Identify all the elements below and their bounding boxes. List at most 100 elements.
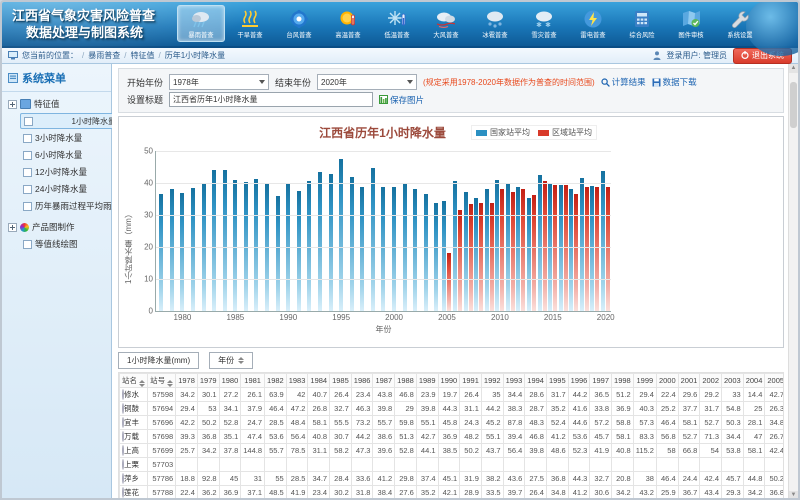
- expander-icon[interactable]: [8, 100, 17, 109]
- scroll-up-arrow[interactable]: ▲: [789, 64, 798, 73]
- row-expand-icon[interactable]: [122, 431, 124, 442]
- station-name-cell[interactable]: 莲花: [122, 487, 145, 498]
- station-name-cell[interactable]: 宜丰: [122, 417, 145, 428]
- col-header-station-name[interactable]: 站名: [120, 374, 148, 388]
- download-button[interactable]: 数据下载: [652, 76, 697, 88]
- row-expand-icon[interactable]: [122, 403, 124, 414]
- start-year-select[interactable]: 1978年: [169, 74, 269, 90]
- col-header-year[interactable]: 1984: [308, 374, 330, 388]
- legend-item[interactable]: 国家站平均: [476, 127, 530, 138]
- scroll-down-arrow[interactable]: ▼: [789, 491, 798, 500]
- col-header-year[interactable]: 2003: [722, 374, 744, 388]
- save-image-button[interactable]: 保存图片: [379, 94, 424, 106]
- expander-icon[interactable]: [8, 223, 17, 232]
- station-name-cell[interactable]: 修水: [122, 389, 145, 400]
- row-expand-icon[interactable]: [122, 389, 124, 400]
- nav-item-composite-risk[interactable]: 综合风险: [618, 5, 666, 42]
- nav-item-lightning[interactable]: 雷电普查: [569, 5, 617, 42]
- table-row[interactable]: 修水5759834.230.127.226.163.94240.726.423.…: [120, 388, 785, 402]
- col-header-year[interactable]: 1998: [612, 374, 634, 388]
- col-header-year[interactable]: 2004: [743, 374, 765, 388]
- col-header-year[interactable]: 2001: [678, 374, 700, 388]
- col-header-year[interactable]: 1997: [590, 374, 612, 388]
- table-row[interactable]: 上高5769925.734.237.8144.855.778.531.158.2…: [120, 444, 785, 458]
- sort-icon[interactable]: [167, 380, 173, 387]
- compute-button[interactable]: 计算结果: [601, 76, 646, 88]
- col-header-year[interactable]: 1996: [568, 374, 590, 388]
- sidebar-item[interactable]: 24小时降水量: [20, 181, 109, 197]
- year-field-box[interactable]: 年份: [209, 352, 253, 369]
- checkbox-icon[interactable]: [23, 185, 32, 194]
- col-header-year[interactable]: 1990: [438, 374, 460, 388]
- col-header-year[interactable]: 2005: [765, 374, 784, 388]
- col-header-year[interactable]: 2002: [700, 374, 722, 388]
- sidebar-item[interactable]: 1小时降水量: [20, 113, 120, 129]
- nav-item-hail[interactable]: 冰雹普查: [471, 5, 519, 42]
- table-row[interactable]: 万载5769839.336.835.147.453.656.440.830.74…: [120, 430, 785, 444]
- col-header-year[interactable]: 1986: [351, 374, 373, 388]
- col-header-year[interactable]: 1978: [176, 374, 198, 388]
- station-name-cell[interactable]: 万载: [122, 431, 145, 442]
- row-expand-icon[interactable]: [122, 473, 124, 484]
- sidebar-item[interactable]: 等值线绘图: [20, 236, 109, 252]
- sidebar-group-header[interactable]: 特征值: [8, 96, 109, 112]
- sort-icon[interactable]: [238, 357, 244, 364]
- sidebar-group-header[interactable]: 产品图制作: [8, 219, 109, 235]
- checkbox-icon[interactable]: [23, 134, 32, 143]
- unit-field-box[interactable]: 1小时降水量(mm): [118, 352, 199, 369]
- col-header-station-id[interactable]: 站号: [148, 374, 176, 388]
- station-name-cell[interactable]: 铜鼓: [122, 403, 145, 414]
- col-header-year[interactable]: 1983: [286, 374, 308, 388]
- chart-title-input[interactable]: [169, 92, 373, 107]
- nav-item-map-review[interactable]: 图件审核: [667, 5, 715, 42]
- col-header-year[interactable]: 1995: [546, 374, 568, 388]
- sidebar-item[interactable]: 6小时降水量: [20, 147, 109, 163]
- nav-item-snow[interactable]: 雪灾普查: [520, 5, 568, 42]
- table-row[interactable]: 上栗57703: [120, 458, 785, 472]
- station-name-cell[interactable]: 上高: [122, 445, 145, 456]
- station-name-cell[interactable]: 上栗: [122, 459, 145, 470]
- sidebar-item[interactable]: 12小时降水量: [20, 164, 109, 180]
- col-header-year[interactable]: 1982: [265, 374, 287, 388]
- col-header-year[interactable]: 2000: [656, 374, 678, 388]
- station-name-cell[interactable]: 萍乡: [122, 473, 145, 484]
- col-header-year[interactable]: 1994: [525, 374, 547, 388]
- row-expand-icon[interactable]: [122, 417, 124, 428]
- nav-item-drought[interactable]: 干旱普查: [226, 5, 274, 42]
- row-expand-icon[interactable]: [122, 487, 124, 498]
- sidebar-item[interactable]: 历年暴雨过程平均雨量: [20, 198, 109, 214]
- sort-icon[interactable]: [139, 380, 145, 387]
- table-row[interactable]: 莲花5778822.436.236.937.148.541.923.430.23…: [120, 486, 785, 500]
- nav-item-wind[interactable]: 大风普查: [422, 5, 470, 42]
- checkbox-icon[interactable]: [23, 202, 32, 211]
- vertical-scrollbar[interactable]: ▲ ▼: [788, 64, 798, 500]
- table-scroll-area[interactable]: 站名 站号 1978197919801981198219831984198519…: [118, 372, 784, 500]
- col-header-year[interactable]: 1980: [219, 374, 241, 388]
- col-header-year[interactable]: 1985: [330, 374, 352, 388]
- nav-item-low-temp[interactable]: 低温普查: [373, 5, 421, 42]
- checkbox-icon[interactable]: [23, 151, 32, 160]
- col-header-year[interactable]: 1993: [503, 374, 525, 388]
- row-expand-icon[interactable]: [122, 445, 124, 456]
- table-row[interactable]: 萍乡5778618.892.845315528.534.728.433.641.…: [120, 472, 785, 486]
- sidebar-item[interactable]: 3小时降水量: [20, 130, 109, 146]
- checkbox-icon[interactable]: [23, 240, 32, 249]
- checkbox-icon[interactable]: [24, 117, 33, 126]
- col-header-year[interactable]: 1981: [241, 374, 265, 388]
- legend-item[interactable]: 区域站平均: [538, 127, 592, 138]
- col-header-year[interactable]: 1979: [197, 374, 219, 388]
- table-row[interactable]: 宜丰5769642.250.252.824.728.548.458.155.57…: [120, 416, 785, 430]
- col-header-year[interactable]: 1988: [395, 374, 417, 388]
- nav-item-settings[interactable]: 系统设置: [716, 5, 764, 42]
- table-row[interactable]: 铜鼓5769429.45334.137.946.447.226.832.746.…: [120, 402, 785, 416]
- row-expand-icon[interactable]: [122, 459, 124, 470]
- end-year-select[interactable]: 2020年: [317, 74, 417, 90]
- nav-item-typhoon[interactable]: 台风普查: [275, 5, 323, 42]
- col-header-year[interactable]: 1999: [633, 374, 656, 388]
- nav-item-rainstorm[interactable]: 暴雨普查: [177, 5, 225, 42]
- col-header-year[interactable]: 1989: [416, 374, 438, 388]
- vertical-scrollbar-thumb[interactable]: [790, 82, 797, 128]
- checkbox-icon[interactable]: [23, 168, 32, 177]
- col-header-year[interactable]: 1987: [373, 374, 395, 388]
- col-header-year[interactable]: 1992: [481, 374, 503, 388]
